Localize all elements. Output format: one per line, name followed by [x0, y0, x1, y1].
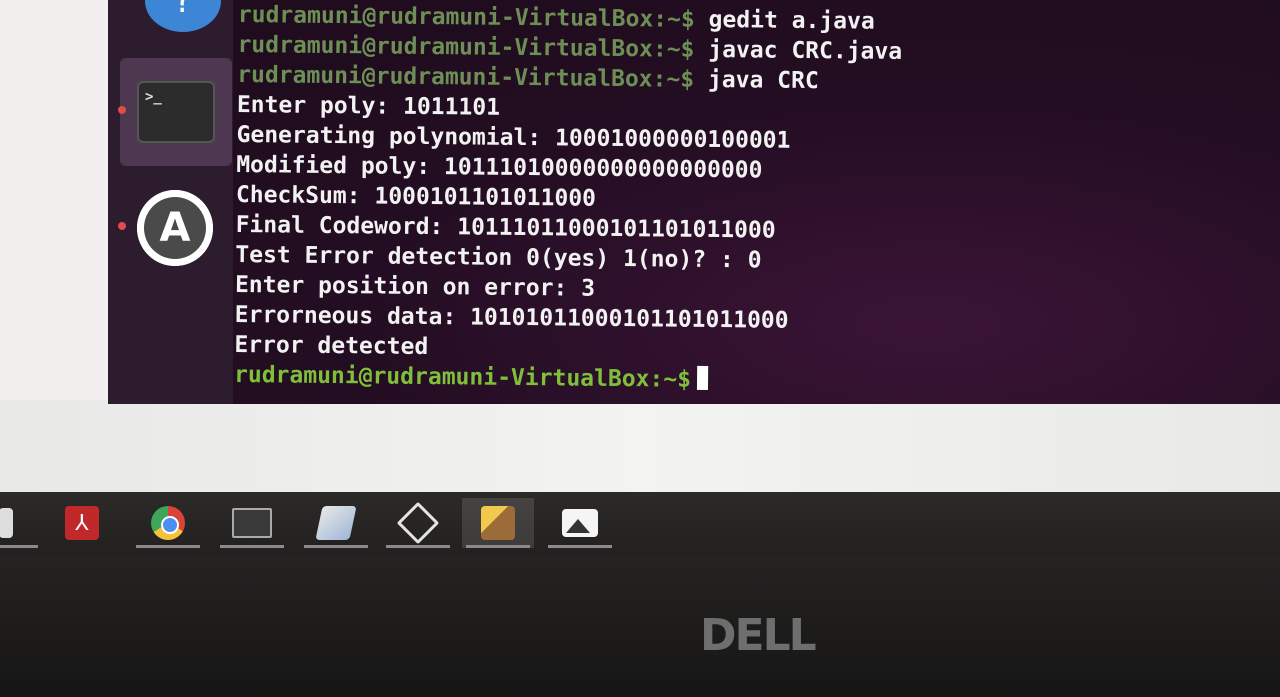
- dock-terminal-button[interactable]: >_: [120, 58, 232, 166]
- terminal-icon: >_: [137, 81, 215, 143]
- terminal-output: rudramuni@rudramuni-VirtualBox:~$ gedit …: [234, 0, 1258, 401]
- shell-prompt: rudramuni@rudramuni-VirtualBox:~$: [233, 361, 692, 393]
- taskbar-cmd[interactable]: [216, 498, 288, 548]
- chrome-icon: [151, 506, 185, 540]
- terminal-glyph: >_: [145, 89, 162, 105]
- shell-command: gedit a.java: [694, 6, 875, 35]
- shell-command: javac CRC.java: [694, 36, 903, 65]
- cmd-icon: [232, 508, 272, 538]
- taskbar-book[interactable]: [300, 498, 372, 548]
- running-indicator: [118, 106, 126, 114]
- photos-icon: [562, 509, 598, 537]
- shell-prompt: rudramuni@rudramuni-VirtualBox:~$: [237, 61, 695, 93]
- shell-command: java CRC: [694, 66, 819, 95]
- taskbar-chrome[interactable]: [132, 498, 204, 548]
- laptop-bezel: [0, 554, 1280, 697]
- book-icon: [315, 506, 357, 540]
- taskbar-file[interactable]: [0, 498, 42, 548]
- shell-prompt: rudramuni@rudramuni-VirtualBox:~$: [237, 1, 695, 33]
- taskbar-paint[interactable]: [462, 498, 534, 548]
- shell-prompt: rudramuni@rudramuni-VirtualBox:~$: [237, 31, 695, 63]
- taskbar-pdf[interactable]: ⅄: [46, 498, 118, 548]
- taskbar-photos[interactable]: [544, 498, 616, 548]
- dell-logo: DELL: [700, 610, 817, 661]
- pdf-icon: ⅄: [65, 506, 99, 540]
- text-cursor: [696, 365, 709, 390]
- taskbar-virtualbox[interactable]: [382, 498, 454, 548]
- software-store-icon[interactable]: A: [137, 190, 213, 266]
- desktop-white-area: [0, 400, 1280, 492]
- windows-taskbar: ⅄: [0, 492, 1280, 554]
- help-glyph: ?: [173, 0, 193, 21]
- store-glyph: A: [144, 197, 206, 259]
- show-apps-icon[interactable]: [143, 320, 203, 372]
- running-indicator: [118, 222, 126, 230]
- virtualbox-icon: [396, 501, 440, 545]
- file-icon: [0, 508, 13, 538]
- paint-icon: [481, 506, 515, 540]
